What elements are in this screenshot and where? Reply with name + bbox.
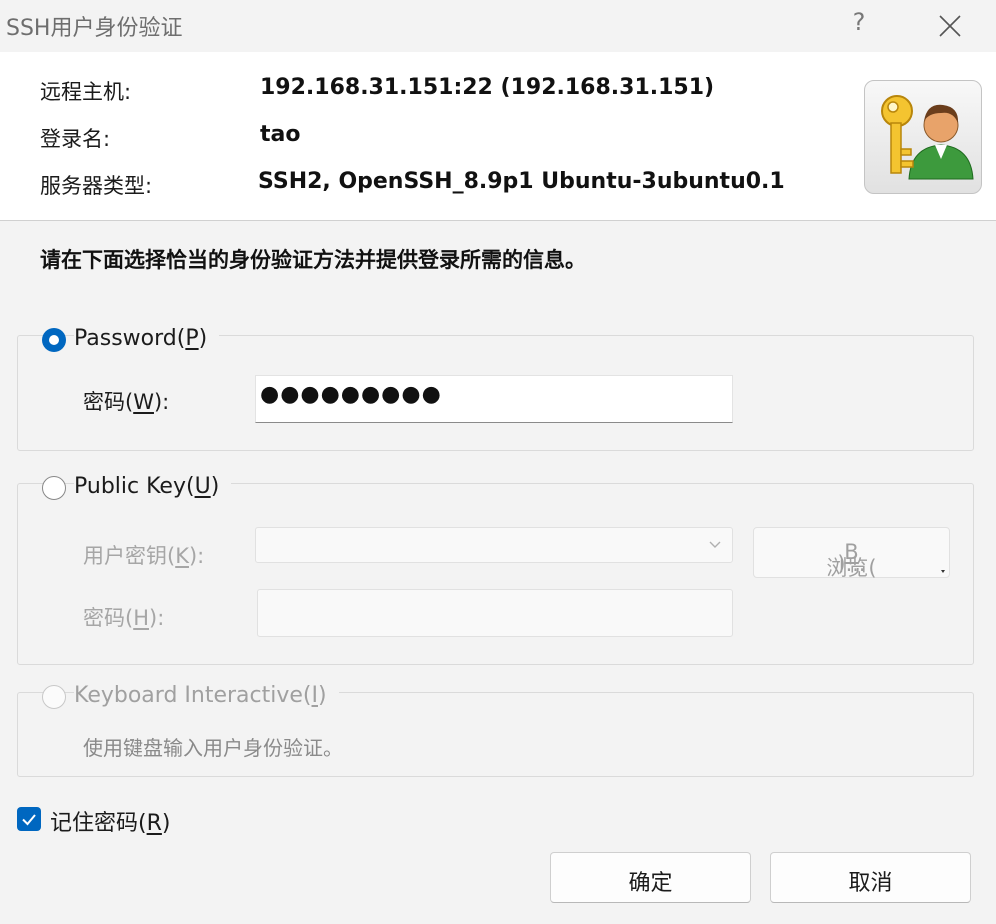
- key-user-icon: [864, 80, 982, 194]
- password-radio[interactable]: [42, 328, 66, 352]
- keyboard-interactive-hint: 使用键盘输入用户身份验证。: [83, 736, 343, 760]
- window-title: SSH用户身份验证: [6, 16, 183, 41]
- help-button[interactable]: ?: [848, 8, 870, 36]
- login-name-label: 登录名:: [40, 127, 111, 151]
- user-key-select[interactable]: [255, 527, 733, 563]
- instruction-text: 请在下面选择恰当的身份验证方法并提供登录所需的信息。: [40, 248, 586, 272]
- public-key-radio[interactable]: [42, 476, 66, 500]
- dropdown-caret-icon: [941, 570, 945, 573]
- key-passphrase-label: 密码(H):: [83, 606, 165, 630]
- ok-button-label: 确定: [628, 871, 673, 896]
- server-type-value: SSH2, OpenSSH_8.9p1 Ubuntu-3ubuntu0.1: [258, 169, 785, 194]
- checkmark-icon: [22, 814, 36, 826]
- password-field-label: 密码(W):: [83, 390, 170, 414]
- password-input[interactable]: ●●●●●●●●●: [255, 375, 733, 423]
- server-type-label: 服务器类型:: [40, 174, 153, 198]
- browse-button[interactable]: 浏览(B)...: [753, 527, 950, 580]
- key-passphrase-input[interactable]: [257, 589, 733, 637]
- connection-info-panel: 远程主机: 192.168.31.151:22 (192.168.31.151)…: [0, 52, 996, 221]
- password-radio-label[interactable]: Password(P): [74, 326, 220, 351]
- keyboard-interactive-radio-label[interactable]: Keyboard Interactive(I): [74, 683, 339, 708]
- title-bar: SSH用户身份验证 ?: [0, 0, 996, 52]
- keyboard-interactive-radio[interactable]: [42, 685, 66, 709]
- remember-password-checkbox[interactable]: [17, 807, 41, 831]
- remote-host-value: 192.168.31.151:22 (192.168.31.151): [260, 75, 715, 100]
- remember-password-label[interactable]: 记住密码(R): [50, 805, 170, 837]
- cancel-button[interactable]: 取消: [770, 852, 971, 903]
- close-button[interactable]: [930, 6, 970, 46]
- public-key-radio-label[interactable]: Public Key(U): [74, 474, 232, 499]
- cancel-button-label: 取消: [848, 871, 893, 896]
- ok-button[interactable]: 确定: [550, 852, 751, 903]
- login-name-value: tao: [260, 122, 301, 147]
- password-masked-value: ●●●●●●●●●: [260, 382, 442, 407]
- close-icon: [939, 15, 961, 37]
- chevron-down-icon: [709, 541, 721, 548]
- browse-button-label: 浏览(B)...: [826, 540, 877, 580]
- remote-host-label: 远程主机:: [40, 80, 132, 104]
- user-key-label: 用户密钥(K):: [83, 544, 205, 568]
